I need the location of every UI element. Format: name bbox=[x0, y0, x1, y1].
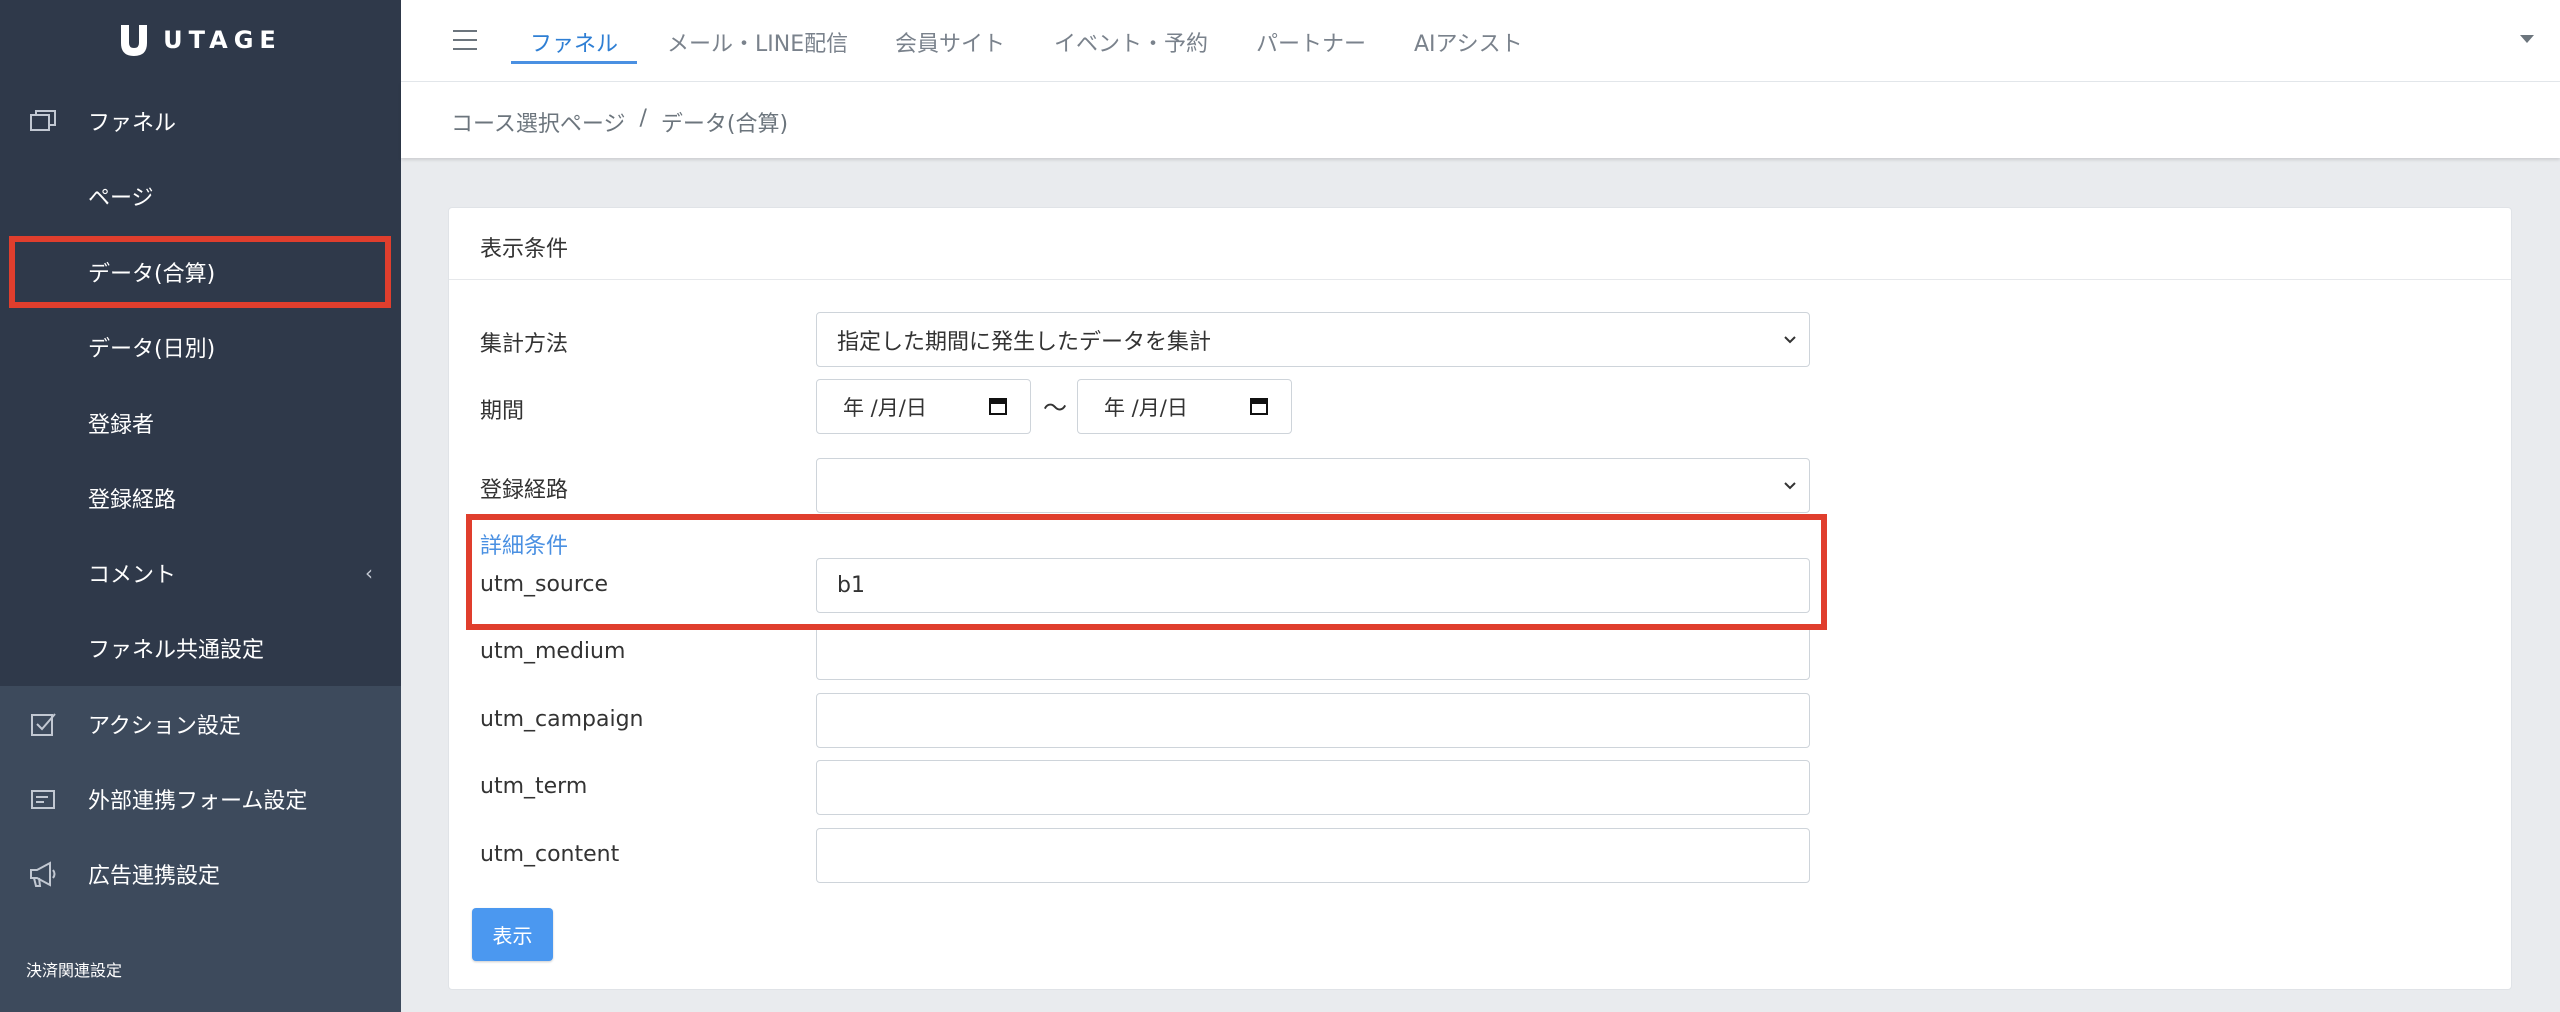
period-separator: 〜 bbox=[1043, 394, 1067, 422]
utm-content-input[interactable] bbox=[816, 828, 1810, 883]
date-placeholder: 年 /月/日 bbox=[843, 395, 927, 420]
checkbox-icon bbox=[31, 713, 56, 736]
active-tab-indicator bbox=[511, 61, 637, 64]
tab-mail-line[interactable]: メール・LINE配信 bbox=[667, 26, 848, 58]
utage-logo-icon bbox=[121, 25, 148, 56]
utm-campaign-input[interactable] bbox=[816, 693, 1810, 748]
chevron-left-icon: ‹ bbox=[365, 560, 373, 585]
sidebar-item-comments[interactable]: コメント ‹ bbox=[0, 535, 401, 610]
sidebar-item-label: ページ bbox=[88, 185, 154, 211]
tab-partner[interactable]: パートナー bbox=[1256, 26, 1366, 58]
utm-term-input[interactable] bbox=[816, 760, 1810, 815]
route-select[interactable] bbox=[816, 458, 1810, 513]
sidebar-item-registrants[interactable]: 登録者 bbox=[0, 385, 401, 460]
sidebar-item-ad-integration[interactable]: 広告連携設定 bbox=[0, 836, 401, 911]
account-dropdown-caret-icon[interactable] bbox=[2520, 35, 2534, 43]
card-title: 表示条件 bbox=[480, 237, 569, 262]
sidebar-item-label: ファネル bbox=[88, 110, 177, 136]
tab-ai-assist[interactable]: AIアシスト bbox=[1414, 26, 1523, 58]
sidebar-item-label: 外部連携フォーム設定 bbox=[88, 788, 308, 814]
hamburger-menu-icon[interactable] bbox=[453, 30, 477, 52]
sidebar-item-data-daily[interactable]: データ(日別) bbox=[0, 309, 401, 384]
route-label: 登録経路 bbox=[480, 478, 569, 503]
breadcrumb-separator: / bbox=[639, 106, 647, 131]
card-header: 表示条件 bbox=[449, 208, 2511, 280]
top-navbar: ファネル メール・LINE配信 会員サイト イベント・予約 パートナー AIアシ… bbox=[401, 0, 2560, 82]
highlight-box-sidebar bbox=[9, 236, 391, 308]
chevron-down-icon bbox=[1784, 482, 1796, 490]
chevron-down-icon bbox=[1784, 336, 1796, 344]
sidebar-item-funnel-settings[interactable]: ファネル共通設定 bbox=[0, 610, 401, 685]
calendar-icon bbox=[989, 398, 1007, 415]
highlight-box-utm-source bbox=[466, 514, 1827, 630]
sidebar-item-label: データ(日別) bbox=[88, 336, 216, 362]
utm-medium-input[interactable] bbox=[816, 625, 1810, 680]
aggregation-label: 集計方法 bbox=[480, 332, 569, 357]
sidebar-item-page[interactable]: ページ bbox=[0, 158, 401, 233]
brand-logo[interactable]: UTAGE bbox=[0, 0, 401, 80]
aggregation-select-value: 指定した期間に発生したデータを集計 bbox=[837, 329, 1212, 355]
utm-term-label: utm_term bbox=[480, 774, 588, 799]
breadcrumb-course-selection[interactable]: コース選択ページ bbox=[451, 106, 625, 138]
windows-icon bbox=[30, 110, 56, 131]
period-end-date-input[interactable]: 年 /月/日 bbox=[1077, 379, 1292, 434]
calendar-icon bbox=[1250, 398, 1268, 415]
sidebar-item-label: 登録者 bbox=[88, 412, 155, 438]
sidebar-item-action-settings[interactable]: アクション設定 bbox=[0, 686, 401, 761]
sidebar-item-funnel[interactable]: ファネル bbox=[0, 83, 401, 158]
period-start-date-input[interactable]: 年 /月/日 bbox=[816, 379, 1031, 434]
tab-event-reservation[interactable]: イベント・予約 bbox=[1054, 26, 1208, 58]
date-placeholder: 年 /月/日 bbox=[1104, 395, 1188, 420]
megaphone-icon bbox=[30, 861, 56, 887]
utm-campaign-label: utm_campaign bbox=[480, 707, 644, 732]
sidebar-item-label: 登録経路 bbox=[88, 487, 177, 513]
aggregation-select[interactable]: 指定した期間に発生したデータを集計 bbox=[816, 312, 1810, 367]
breadcrumb-current: データ(合算) bbox=[660, 112, 789, 137]
sidebar-item-external-form[interactable]: 外部連携フォーム設定 bbox=[0, 761, 401, 836]
sidebar-item-label: 広告連携設定 bbox=[88, 863, 221, 889]
utm-content-label: utm_content bbox=[480, 842, 620, 867]
filter-card: 表示条件 集計方法 指定した期間に発生したデータを集計 期間 年 /月/日 〜 … bbox=[448, 207, 2512, 990]
sidebar: UTAGE ファネル ページ データ(合算) データ(日別) 登録者 登録経路 … bbox=[0, 0, 401, 1012]
show-button[interactable]: 表示 bbox=[472, 908, 553, 961]
breadcrumb-bar: コース選択ページ / データ(合算) bbox=[401, 82, 2560, 158]
tab-funnel[interactable]: ファネル bbox=[530, 26, 618, 58]
sidebar-item-label: アクション設定 bbox=[88, 713, 241, 739]
sidebar-item-registration-route[interactable]: 登録経路 bbox=[0, 460, 401, 535]
form-icon bbox=[31, 790, 55, 809]
period-label: 期間 bbox=[480, 399, 525, 424]
sidebar-item-label: コメント bbox=[88, 562, 177, 588]
sidebar-item-label: ファネル共通設定 bbox=[88, 637, 265, 663]
utm-medium-label: utm_medium bbox=[480, 639, 626, 664]
brand-name: UTAGE bbox=[163, 26, 282, 54]
tab-member-site[interactable]: 会員サイト bbox=[895, 26, 1005, 58]
breadcrumb: コース選択ページ / データ(合算) bbox=[451, 106, 788, 138]
sidebar-section-payment: 決済関連設定 bbox=[26, 961, 123, 980]
